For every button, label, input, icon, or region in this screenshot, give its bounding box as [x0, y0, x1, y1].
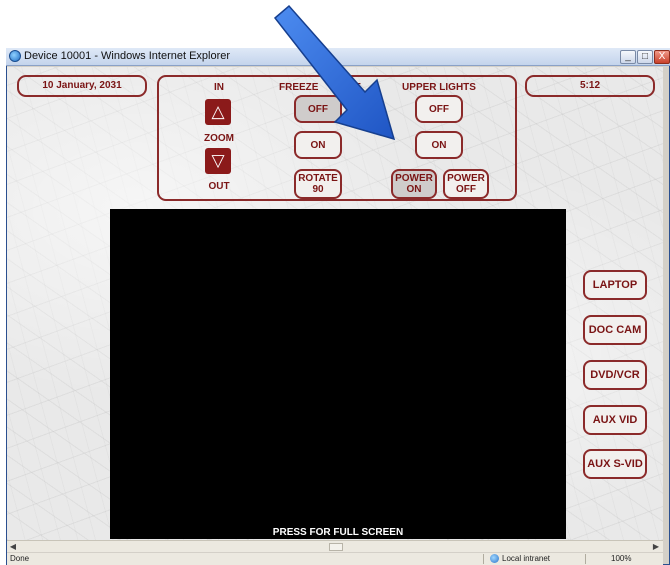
zoom-label: ZOOM	[204, 133, 234, 144]
date-text: 10 January, 2031	[42, 80, 122, 91]
source-dvd-vcr-button[interactable]: DVD/VCR	[583, 360, 647, 390]
triangle-up-icon: △	[211, 102, 225, 121]
window-title: Device 10001 - Windows Internet Explorer	[24, 50, 231, 62]
status-divider-2	[585, 554, 586, 564]
scroll-left-icon[interactable]: ◀	[7, 542, 19, 552]
triangle-down-icon: ▽	[211, 151, 225, 170]
upper-lights-label: UPPER LIGHTS	[402, 82, 476, 93]
status-bar: Done Local intranet 100%	[7, 553, 663, 565]
zoom-in-label: IN	[214, 82, 224, 93]
security-zone-text: Local intranet	[502, 554, 551, 563]
source-laptop-button[interactable]: LAPTOP	[583, 270, 647, 300]
power-on-button[interactable]: POWER ON	[391, 169, 437, 199]
lights-off-button[interactable]: OFF	[415, 95, 463, 123]
scroll-thumb[interactable]	[329, 543, 343, 551]
minimize-button[interactable]: _	[620, 50, 636, 64]
source-aux-vid-button[interactable]: AUX VID	[583, 405, 647, 435]
zoom-in-button[interactable]: △	[205, 99, 231, 125]
rotate-label-line1: ROTATE	[298, 173, 338, 184]
video-display[interactable]: PRESS FOR FULL SCREEN	[110, 209, 566, 539]
time-display: 5:12	[525, 75, 655, 97]
zoom-out-label: OUT	[208, 181, 230, 192]
power-off-line1: POWER	[447, 173, 485, 184]
power-off-line2: OFF	[456, 184, 476, 195]
full-screen-label[interactable]: PRESS FOR FULL SCREEN	[110, 527, 566, 538]
status-divider	[483, 554, 484, 564]
horizontal-scrollbar[interactable]: ◀ ▶	[7, 540, 663, 552]
status-text: Done	[10, 554, 30, 563]
globe-icon	[490, 554, 499, 563]
source-doc-cam-button[interactable]: DOC CAM	[583, 315, 647, 345]
scroll-right-icon[interactable]: ▶	[650, 542, 662, 552]
annotation-arrow-icon	[273, 4, 396, 141]
source-aux-svid-button[interactable]: AUX S-VID	[583, 449, 647, 479]
power-on-line2: ON	[406, 184, 422, 195]
lights-on-button[interactable]: ON	[415, 131, 463, 159]
ie-icon	[9, 50, 21, 62]
rotate-90-button[interactable]: ROTATE 90	[294, 169, 342, 199]
power-off-button[interactable]: POWER OFF	[443, 169, 489, 199]
maximize-button[interactable]: □	[637, 50, 653, 64]
date-display: 10 January, 2031	[17, 75, 147, 97]
time-text: 5:12	[579, 80, 600, 91]
close-button[interactable]: X	[654, 50, 670, 64]
rotate-label-line2: 90	[312, 184, 324, 195]
page-zoom-text[interactable]: 100%	[611, 554, 631, 563]
power-on-line1: POWER	[395, 173, 433, 184]
zoom-out-button[interactable]: ▽	[205, 148, 231, 174]
